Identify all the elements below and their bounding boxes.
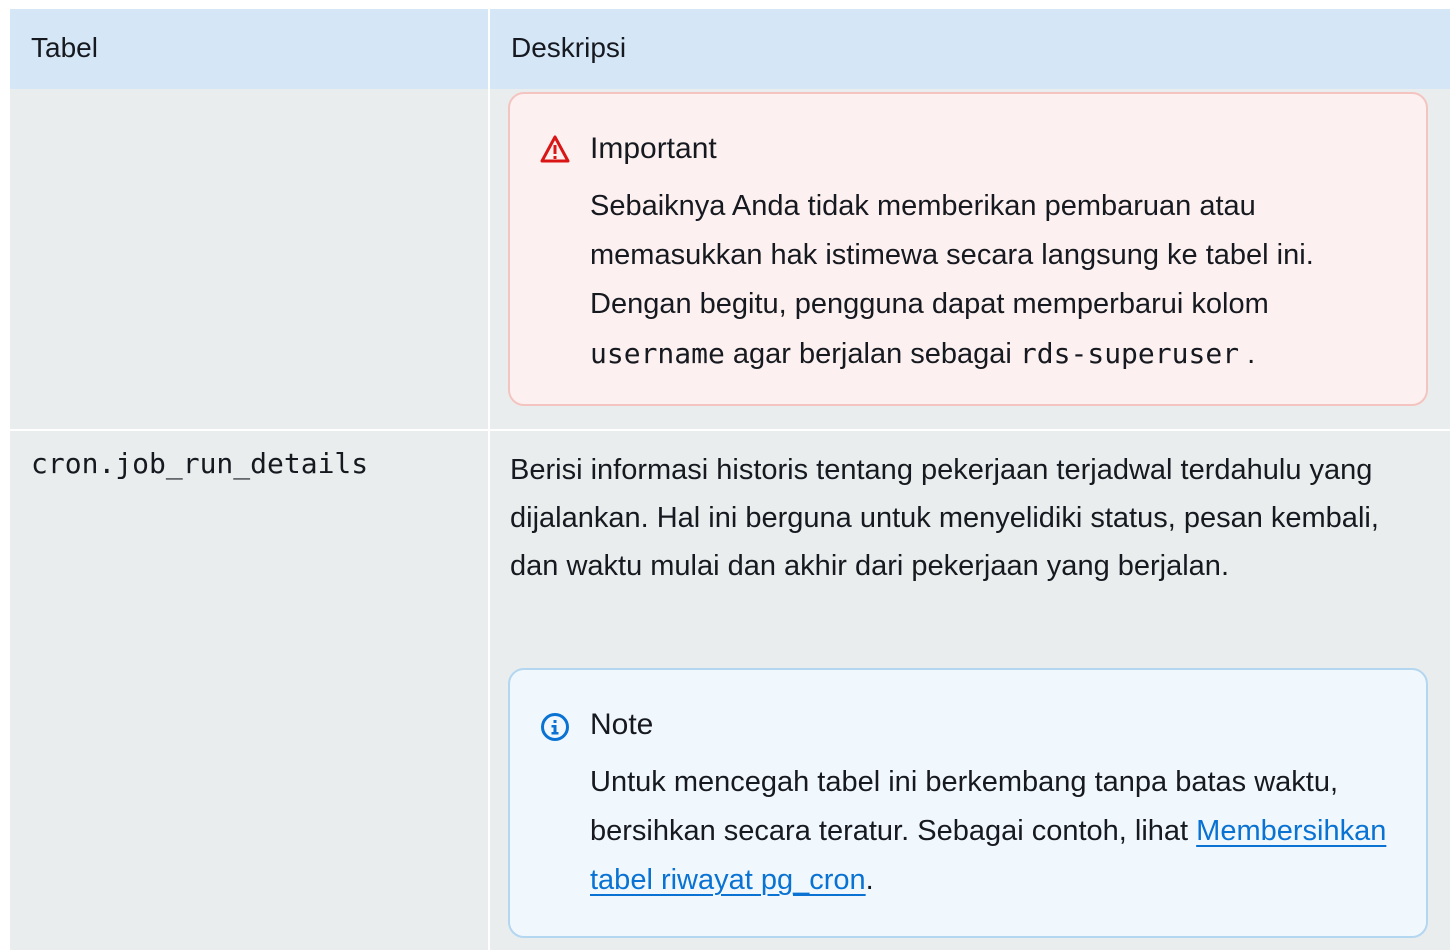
warning-icon [540, 134, 570, 164]
alert-body: Untuk mencegah tabel ini berkembang tanp… [590, 758, 1410, 905]
alert-text: . [865, 864, 874, 896]
description-cell: Berisi informasi historis tentang pekerj… [510, 454, 1379, 582]
alert-text: agar berjalan sebagai [724, 338, 1020, 370]
table-name-cell: cron.job_run_details [31, 447, 369, 480]
code-rds-superuser: rds-superuser [1019, 337, 1240, 370]
alert-text: Sebaiknya Anda tidak memberikan pembarua… [590, 190, 1314, 320]
note-alert: Note Untuk mencegah tabel ini berkembang… [508, 668, 1428, 938]
alert-title: Important [590, 132, 717, 165]
table: Tabel Deskripsi Important Sebaiknya Anda… [10, 9, 1450, 950]
important-alert: Important Sebaiknya Anda tidak memberika… [508, 92, 1428, 406]
column-header-deskripsi: Deskripsi [511, 32, 627, 63]
table-header: Tabel Deskripsi [10, 9, 1450, 89]
column-header-tabel: Tabel [31, 32, 98, 63]
alert-title: Note [590, 708, 654, 741]
column-divider [488, 9, 490, 950]
alert-text: . [1239, 338, 1256, 370]
info-icon [540, 712, 570, 742]
code-username: username [590, 337, 725, 370]
alert-body: Sebaiknya Anda tidak memberikan pembarua… [590, 182, 1410, 379]
